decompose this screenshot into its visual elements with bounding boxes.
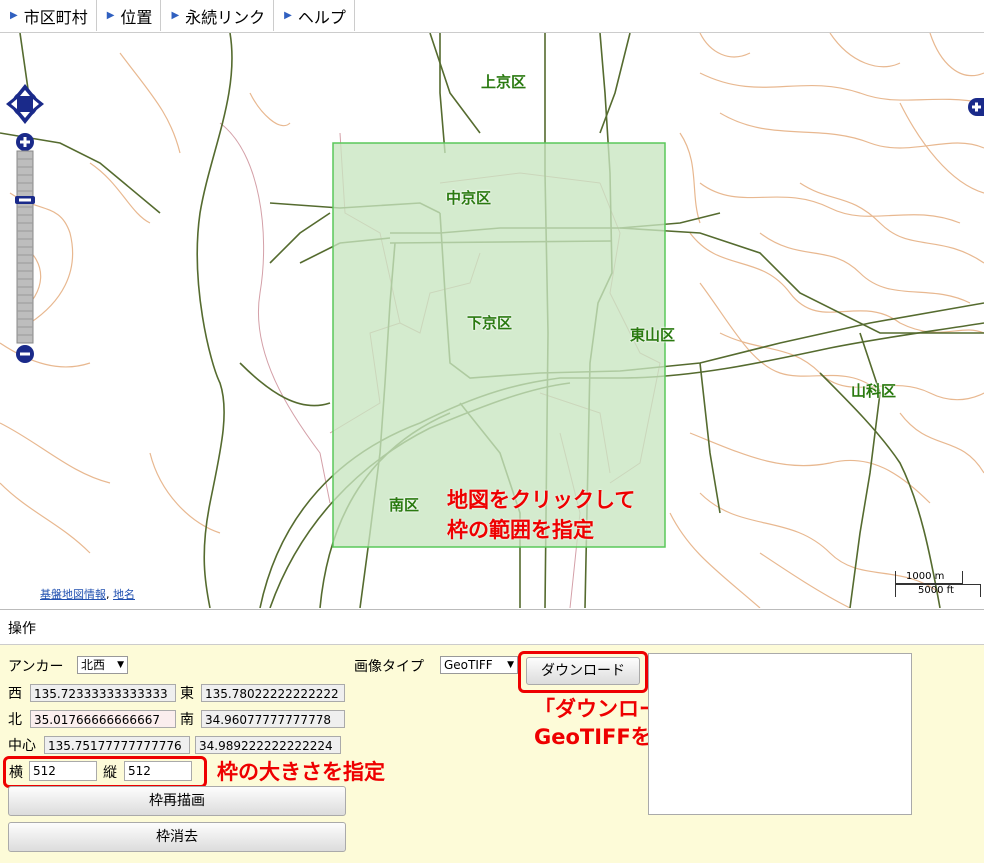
pan-control[interactable] (6, 83, 44, 125)
download-button[interactable]: ダウンロード (526, 657, 640, 685)
east-field[interactable]: 135.78022222222222 (201, 684, 345, 702)
menu-municipality[interactable]: ▶ 市区町村 (0, 0, 97, 31)
map-instruction-note: 地図をクリックして 枠の範囲を指定 (447, 485, 635, 545)
image-type-label: 画像タイプ (354, 659, 424, 675)
image-type-select[interactable]: GeoTIFF ▼ (440, 656, 518, 674)
anchor-select-value: 北西 (81, 658, 106, 672)
triangle-right-icon: ▶ (10, 10, 18, 21)
attribution-link-base[interactable]: 基盤地図情報 (40, 588, 106, 601)
ward-label-shimogyo: 下京区 (467, 314, 513, 332)
attribution-link-names[interactable]: 地名 (113, 588, 135, 601)
west-field[interactable]: 135.72333333333333 (30, 684, 176, 702)
scale-metric: 1000 m (895, 571, 963, 584)
panel-header: 操作 (0, 609, 984, 644)
north-label: 北 (8, 712, 22, 728)
menu-label: ヘルプ (297, 7, 346, 27)
menu-label: 市区町村 (23, 7, 88, 27)
output-textarea[interactable] (648, 653, 912, 815)
east-label: 東 (180, 686, 194, 702)
ward-label-kamigyo: 上京区 (481, 73, 527, 91)
width-field[interactable]: 512 (29, 761, 97, 781)
ward-label-minami: 南区 (389, 496, 420, 514)
triangle-right-icon: ▶ (171, 10, 180, 21)
zoom-control[interactable] (14, 131, 36, 365)
anchor-select[interactable]: 北西 ▼ (77, 656, 128, 674)
scale-imperial: 5000 ft (895, 584, 981, 597)
west-label: 西 (8, 686, 22, 702)
triangle-right-icon: ▶ (106, 10, 115, 21)
menu-permalink[interactable]: ▶ 永続リンク (161, 0, 275, 31)
center-lat-field[interactable]: 34.989222222222224 (195, 736, 341, 754)
note-line: 地図をクリックして (447, 488, 636, 512)
map-attribution: 基盤地図情報, 地名 (40, 588, 135, 601)
menu-help[interactable]: ▶ ヘルプ (274, 0, 355, 31)
menu-label: 位置 (120, 7, 153, 27)
image-type-select-value: GeoTIFF (444, 658, 493, 672)
south-field[interactable]: 34.96077777777778 (201, 710, 345, 728)
center-label: 中心 (8, 738, 36, 754)
menu-position[interactable]: ▶ 位置 (97, 0, 162, 31)
ward-label-nakagyo: 中京区 (446, 189, 492, 207)
width-label: 横 (9, 765, 23, 781)
dropdown-arrow-icon: ▼ (117, 660, 124, 670)
annotation-size: 枠の大きさを指定 (217, 760, 385, 784)
ward-label-higashiyama: 東山区 (630, 326, 676, 344)
panel-title: 操作 (8, 621, 36, 637)
north-field[interactable]: 35.01766666666667 (30, 710, 176, 728)
triangle-right-icon: ▶ (284, 10, 292, 21)
height-label: 縦 (103, 765, 117, 781)
dropdown-arrow-icon: ▼ (507, 660, 514, 670)
clear-frame-button[interactable]: 枠消去 (8, 822, 346, 852)
center-lon-field[interactable]: 135.75177777777776 (44, 736, 190, 754)
menu-label: 永続リンク (185, 7, 266, 27)
height-field[interactable]: 512 (124, 761, 192, 781)
anchor-label: アンカー (8, 659, 64, 675)
redraw-frame-button[interactable]: 枠再描画 (8, 786, 346, 816)
menu-bar: ▶ 市区町村 ▶ 位置 ▶ 永続リンク ▶ ヘルプ (0, 0, 984, 33)
map-view[interactable]: 上京区 中京区 下京区 東山区 山科区 南区 地図をクリックして 枠の範囲を指定… (0, 33, 984, 608)
note-line: 枠の範囲を指定 (447, 518, 594, 542)
scale-bar: 1000 m 5000 ft (895, 571, 981, 597)
layer-switcher-icon[interactable] (968, 98, 984, 116)
south-label: 南 (180, 712, 194, 728)
ward-label-yamashina: 山科区 (851, 382, 897, 400)
